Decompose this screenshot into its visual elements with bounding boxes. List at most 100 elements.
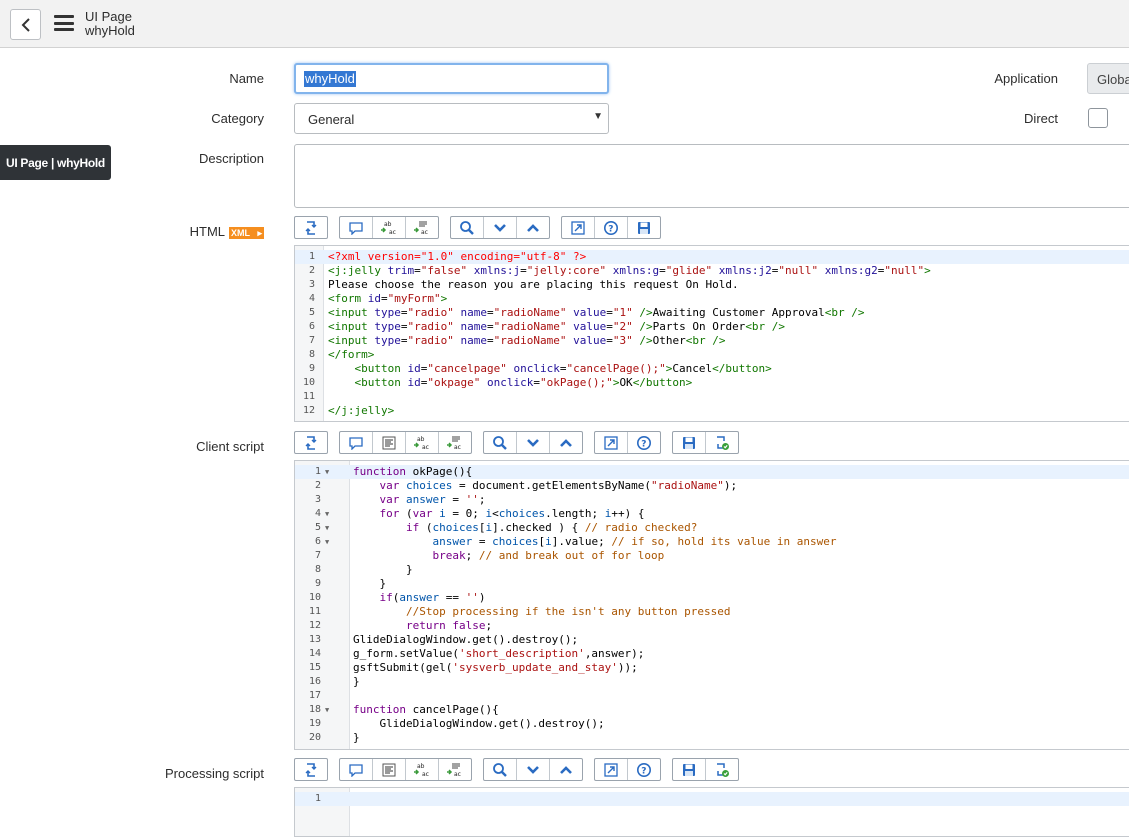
processing-script-editor[interactable]: 1 (294, 787, 1129, 837)
line-number: 6 (314, 536, 321, 547)
editor-toolbar-group: ? (594, 431, 661, 454)
xml-badge: XML ▸ (229, 227, 264, 239)
line-number: 12 (308, 620, 321, 631)
help-button[interactable]: ? (628, 759, 660, 780)
search-button[interactable] (451, 217, 484, 238)
search-button[interactable] (484, 759, 517, 780)
help-icon: ? (636, 762, 652, 778)
line-number: 16 (308, 676, 321, 687)
editor-toolbar-group: ab ac ac (339, 216, 439, 239)
editor-toolbar-group: ab ac ac (339, 431, 472, 454)
description-field[interactable] (294, 144, 1129, 208)
category-label: Category (211, 111, 264, 126)
toggle-syntax-button[interactable] (295, 217, 327, 238)
svg-text:?: ? (641, 439, 646, 449)
replace-button[interactable]: ac (406, 217, 438, 238)
page-tooltip: UI Page | whyHold (0, 145, 111, 180)
fold-arrow-icon[interactable]: ▼ (325, 524, 329, 532)
comment-button[interactable] (340, 759, 373, 780)
script-debugger-button[interactable] (706, 432, 738, 453)
client-script-editor[interactable]: function okPage(){1 ▼ var choices = docum… (294, 460, 1129, 750)
format-code-button[interactable] (373, 759, 406, 780)
editor-toolbar-group (672, 431, 739, 454)
format-button[interactable]: ab ac (406, 432, 439, 453)
search-icon (492, 435, 508, 451)
line-number: 12 (302, 405, 315, 416)
find-previous-button[interactable] (517, 217, 549, 238)
help-icon: ? (603, 220, 619, 236)
fullscreen-button[interactable] (595, 759, 628, 780)
format-button[interactable]: ab ac (406, 759, 439, 780)
category-select[interactable]: General ▼ (294, 103, 609, 134)
line-number: 1 (308, 251, 315, 262)
chevron-left-icon (21, 18, 30, 32)
line-number: 7 (308, 335, 315, 346)
hamburger-menu-icon[interactable] (54, 15, 74, 31)
code-line: <?xml version="1.0" encoding="utf-8" ?> (295, 250, 1129, 264)
format-button[interactable]: ab ac (373, 217, 406, 238)
code-line: GlideDialogWindow.get().destroy(); (353, 633, 579, 646)
fold-arrow-icon[interactable]: ▼ (325, 468, 329, 476)
code-line: <button id="okpage" onclick="okPage();">… (354, 376, 693, 389)
replace-button[interactable]: ac (439, 432, 471, 453)
help-button[interactable]: ? (595, 217, 628, 238)
code-line: var choices = document.getElementsByName… (379, 479, 738, 492)
toggle-syntax-button[interactable] (295, 759, 327, 780)
back-button[interactable] (10, 9, 41, 40)
line-number: 14 (308, 648, 321, 659)
code-line: } (353, 731, 360, 744)
find-next-button[interactable] (484, 217, 517, 238)
code-line: </j:jelly> (328, 404, 395, 417)
svg-text:ac: ac (422, 444, 429, 451)
code-line: <input type="radio" name="radioName" val… (328, 306, 865, 319)
svg-text:ac: ac (422, 771, 429, 778)
script-debugger-icon (714, 435, 730, 451)
comment-button[interactable] (340, 432, 373, 453)
name-field[interactable]: whyHold (294, 63, 609, 94)
help-button[interactable]: ? (628, 432, 660, 453)
find-next-icon (526, 438, 540, 448)
fold-arrow-icon[interactable]: ▼ (325, 706, 329, 714)
format-code-button[interactable] (373, 432, 406, 453)
svg-text:?: ? (608, 224, 613, 234)
application-field: Globa (1087, 63, 1129, 94)
fullscreen-button[interactable] (595, 432, 628, 453)
save-button[interactable] (673, 759, 706, 780)
format-icon: ab ac (413, 762, 431, 778)
form-header: UI Page whyHold (0, 0, 1129, 48)
processing-script-label: Processing script (165, 766, 264, 781)
find-previous-icon (559, 765, 573, 775)
replace-icon: ac (446, 435, 464, 451)
header-table-title: UI Page (85, 9, 132, 24)
code-line: var answer = ''; (379, 493, 486, 506)
line-number: 11 (302, 391, 315, 402)
toggle-syntax-icon (303, 220, 319, 236)
html-code-editor[interactable]: <?xml version="1.0" encoding="utf-8" ?> 1… (294, 245, 1129, 422)
line-number: 5 (314, 522, 321, 533)
find-previous-button[interactable] (550, 432, 582, 453)
code-line: <input type="radio" name="radioName" val… (328, 334, 726, 347)
replace-button[interactable]: ac (439, 759, 471, 780)
fold-arrow-icon[interactable]: ▼ (325, 538, 329, 546)
comment-button[interactable] (340, 217, 373, 238)
script-debugger-button[interactable] (706, 759, 738, 780)
fullscreen-button[interactable] (562, 217, 595, 238)
code-line: } (353, 675, 360, 688)
format-code-icon (382, 763, 396, 777)
line-number: 2 (308, 265, 315, 276)
search-button[interactable] (484, 432, 517, 453)
save-button[interactable] (673, 432, 706, 453)
fullscreen-icon (604, 762, 618, 777)
find-previous-button[interactable] (550, 759, 582, 780)
save-button[interactable] (628, 217, 660, 238)
direct-checkbox[interactable] (1088, 108, 1108, 128)
find-next-button[interactable] (517, 432, 550, 453)
svg-text:ac: ac (454, 771, 461, 778)
toggle-syntax-button[interactable] (295, 432, 327, 453)
code-line: function okPage(){ (295, 465, 1129, 479)
find-previous-icon (559, 438, 573, 448)
fold-arrow-icon[interactable]: ▼ (325, 510, 329, 518)
script-debugger-icon (714, 762, 730, 778)
svg-text:ac: ac (421, 229, 428, 236)
find-next-button[interactable] (517, 759, 550, 780)
